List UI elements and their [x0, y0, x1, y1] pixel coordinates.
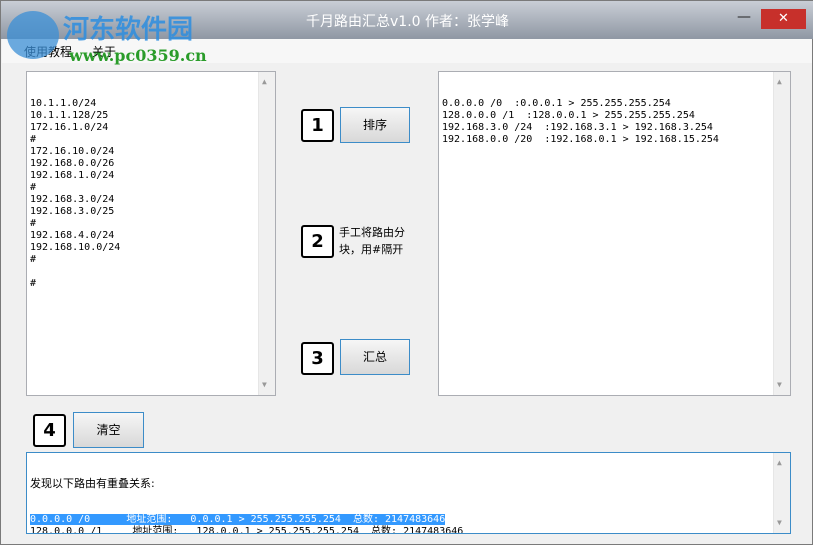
result-textarea[interactable]: ▲ ▼ 0.0.0.0 /0 :0.0.0.1 > 255.255.255.254…: [438, 71, 791, 396]
step-4-badge: 4: [33, 414, 66, 447]
text-line: 172.16.10.0/24: [30, 146, 115, 157]
text-line: #: [30, 278, 37, 289]
scrollbar[interactable]: ▲ ▼: [773, 72, 790, 395]
overlap-textarea[interactable]: 发现以下路由有重叠关系: ▲ ▼ 0.0.0.0 /0 地址范围: 0.0.0.1…: [26, 452, 791, 534]
step-1-badge: 1: [301, 109, 334, 142]
step-2-note: 手工将路由分块，用#隔开: [339, 226, 405, 256]
summarize-button[interactable]: 汇总: [340, 339, 410, 375]
overlap-line: 128.0.0.0 /1 地址范围: 128.0.0.1 > 255.255.2…: [30, 526, 464, 534]
text-line: 128.0.0.0 /1 :128.0.0.1 > 255.255.255.25…: [442, 110, 695, 121]
overlap-line: 0.0.0.0 /0 地址范围: 0.0.0.1 > 255.255.255.2…: [30, 514, 446, 525]
step-2-badge: 2: [301, 225, 334, 258]
text-line: 10.1.1.0/24: [30, 98, 97, 109]
text-line: #: [30, 182, 37, 193]
watermark-url: www.pc0359.cn: [69, 46, 207, 65]
text-line: 192.168.3.0/25: [30, 206, 115, 217]
text-line: 192.168.0.0 /20 :192.168.0.1 > 192.168.1…: [442, 134, 719, 145]
scrollbar[interactable]: ▲ ▼: [773, 453, 790, 533]
sort-button[interactable]: 排序: [340, 107, 410, 143]
text-line: 0.0.0.0 /0 :0.0.0.1 > 255.255.255.254: [442, 98, 671, 109]
text-line: [30, 266, 272, 278]
text-line: 192.168.1.0/24: [30, 170, 115, 181]
text-line: 192.168.3.0 /24 :192.168.3.1 > 192.168.3…: [442, 122, 713, 133]
text-line: 192.168.10.0/24: [30, 242, 121, 253]
scrollbar[interactable]: ▲ ▼: [258, 72, 275, 395]
text-line: #: [30, 254, 37, 265]
text-line: 192.168.0.0/26: [30, 158, 115, 169]
text-line: #: [30, 218, 37, 229]
close-button[interactable]: ✕: [761, 9, 806, 29]
text-line: 192.168.4.0/24: [30, 230, 115, 241]
route-input-textarea[interactable]: ▲ ▼ 10.1.1.0/24 10.1.1.128/25 172.16.1.0/24…: [26, 71, 276, 396]
watermark-logo-icon: [7, 11, 59, 59]
watermark-name: 河东软件园: [63, 15, 194, 45]
minimize-button[interactable]: —: [731, 9, 757, 29]
clear-button[interactable]: 清空: [73, 412, 144, 448]
step-3-badge: 3: [301, 342, 334, 375]
text-line: 172.16.1.0/24: [30, 122, 109, 133]
text-line: 192.168.3.0/24: [30, 194, 115, 205]
overlap-header: 发现以下路由有重叠关系:: [30, 477, 155, 490]
text-line: #: [30, 134, 37, 145]
text-line: 10.1.1.128/25: [30, 110, 109, 121]
